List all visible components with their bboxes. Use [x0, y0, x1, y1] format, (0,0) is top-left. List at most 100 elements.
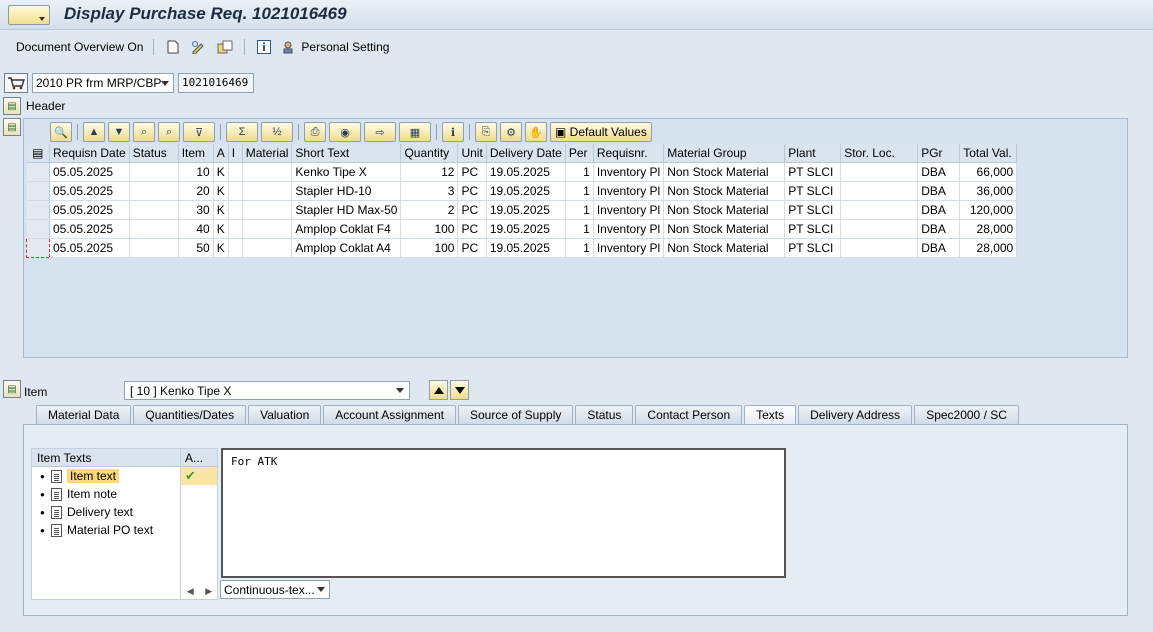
column-header[interactable]: Stor. Loc. [840, 144, 919, 163]
arrow-up-icon [433, 386, 444, 394]
tab-delivery-address[interactable]: Delivery Address [798, 405, 913, 424]
row-selector[interactable] [26, 162, 50, 182]
table-row[interactable]: 05.05.2025 50 K Amplop Coklat A4 100 PC … [26, 237, 1018, 258]
table-cell [242, 219, 293, 239]
tab-source-of-supply[interactable]: Source of Supply [457, 405, 574, 424]
table-cell: PC [457, 219, 487, 239]
row-selector[interactable] [26, 181, 50, 201]
column-header[interactable]: Material Group [663, 144, 786, 163]
tab-spec2000-sc[interactable]: Spec2000 / SC [914, 405, 1019, 424]
document-overview-button[interactable]: Document Overview On [16, 40, 143, 54]
subtotal-icon[interactable]: ½ [261, 122, 293, 142]
column-header[interactable]: Plant [784, 144, 842, 163]
tab-texts[interactable]: Texts [744, 405, 797, 424]
previous-item-button[interactable] [429, 380, 448, 400]
total-icon[interactable]: Σ [226, 122, 258, 142]
column-header[interactable]: A [213, 144, 229, 163]
item-select[interactable]: [ 10 ] Kenko Tipe X [124, 381, 410, 400]
tree-item-item-note[interactable]: ● Item note [32, 485, 180, 503]
column-header[interactable]: Per [565, 144, 594, 163]
new-document-icon[interactable] [164, 38, 182, 56]
toolbar-separator [298, 124, 299, 140]
table-cell: Inventory Pl [593, 238, 665, 258]
tab-contact-person[interactable]: Contact Person [635, 405, 743, 424]
header-expand-icon[interactable]: ▤ [3, 97, 21, 115]
row-selector[interactable] [26, 200, 50, 220]
arrow-down-icon [454, 386, 465, 394]
shopping-cart-icon[interactable] [4, 73, 28, 93]
column-header[interactable]: Unit [457, 144, 487, 163]
find-icon[interactable]: ⌕ [133, 122, 155, 142]
tree-item-item-text[interactable]: ● Item text [32, 467, 180, 485]
adopt-icon[interactable]: ⚙ [500, 122, 522, 142]
export-icon[interactable]: ⇨ [364, 122, 396, 142]
items-collapse-icon[interactable]: ▤ [3, 118, 21, 136]
table-cell [228, 238, 243, 258]
table-row[interactable]: 05.05.2025 30 K Stapler HD Max-50 2 PC 1… [26, 200, 1018, 220]
filter-icon[interactable]: ⊽ [183, 122, 215, 142]
other-document-icon[interactable] [216, 38, 234, 56]
table-cell [242, 162, 293, 182]
grid-info-icon[interactable]: ℹ [442, 122, 464, 142]
tab-quantities-dates[interactable]: Quantities/Dates [133, 405, 247, 424]
tab-material-data[interactable]: Material Data [36, 405, 132, 424]
document-number-field[interactable]: 1021016469 [178, 73, 254, 93]
sort-ascending-icon[interactable]: ▲ [83, 122, 105, 142]
table-cell: 40 [178, 219, 214, 239]
personal-setting-icon[interactable] [281, 38, 299, 56]
display-change-icon[interactable] [190, 38, 208, 56]
column-header[interactable]: Material [242, 144, 293, 163]
bullet-icon: ● [40, 507, 45, 517]
column-header[interactable]: Requisnr. [593, 144, 665, 163]
column-header[interactable]: Short Text [291, 144, 402, 163]
table-row[interactable]: 05.05.2025 20 K Stapler HD-10 3 PC 19.05… [26, 181, 1018, 201]
table-cell: 10 [178, 162, 214, 182]
table-row[interactable]: 05.05.2025 10 K Kenko Tipe X 12 PC 19.05… [26, 162, 1018, 182]
table-cell: Inventory Pl [593, 200, 665, 220]
info-icon[interactable] [255, 38, 273, 56]
scroll-right-icon[interactable]: ▶ [205, 586, 212, 597]
column-header[interactable]: Total Val. [959, 144, 1018, 163]
tab-account-assignment[interactable]: Account Assignment [323, 405, 456, 424]
menu-button[interactable] [8, 5, 50, 25]
column-header[interactable]: Quantity [400, 144, 459, 163]
find-next-icon[interactable]: ⌕ [158, 122, 180, 142]
table-cell: DBA [917, 238, 961, 258]
bullet-icon: ● [40, 489, 45, 499]
column-header[interactable]: Item [178, 144, 214, 163]
layout-icon[interactable]: ▦ [399, 122, 431, 142]
item-collapse-icon[interactable]: ▤ [3, 380, 21, 398]
column-header[interactable]: Delivery Date [486, 144, 566, 163]
tree-item-delivery-text[interactable]: ● Delivery text [32, 503, 180, 521]
personal-setting-button[interactable]: Personal Setting [301, 40, 389, 54]
next-item-button[interactable] [450, 380, 469, 400]
table-row[interactable]: 05.05.2025 40 K Amplop Coklat F4 100 PC … [26, 219, 1018, 239]
sort-descending-icon[interactable]: ▼ [108, 122, 130, 142]
tab-status[interactable]: Status [575, 405, 634, 424]
column-header[interactable]: Status [129, 144, 179, 163]
hold-icon[interactable]: ✋ [525, 122, 547, 142]
text-editor[interactable]: For ATK [221, 448, 786, 578]
row-selector[interactable] [26, 237, 50, 258]
print-icon[interactable]: ⎙ [304, 122, 326, 142]
select-all-icon[interactable]: ▤ [26, 144, 50, 163]
column-header[interactable]: PGr [917, 144, 961, 163]
editor-mode-select[interactable]: Continuous-tex... [220, 580, 330, 599]
default-values-button[interactable]: ▣ Default Values [550, 122, 652, 142]
views-icon[interactable]: ◉ [329, 122, 361, 142]
scroll-left-icon[interactable]: ◀ [187, 586, 194, 597]
table-cell: 36,000 [959, 181, 1018, 201]
copy-row-icon[interactable]: ⎘ [475, 122, 497, 142]
table-cell: Non Stock Material [663, 200, 786, 220]
tab-valuation[interactable]: Valuation [248, 405, 322, 424]
table-cell: PT SLCI [784, 200, 842, 220]
table-cell: 100 [400, 219, 459, 239]
document-icon [51, 523, 62, 537]
tree-item-material-po-text[interactable]: ● Material PO text [32, 521, 180, 539]
column-header[interactable]: I [228, 144, 243, 163]
document-type-select[interactable]: 2010 PR frm MRP/CBP [32, 73, 174, 93]
table-cell: 1 [565, 238, 594, 258]
details-icon[interactable]: 🔍 [50, 122, 72, 142]
row-selector[interactable] [26, 219, 50, 239]
column-header[interactable]: Requisn Date [49, 144, 130, 163]
